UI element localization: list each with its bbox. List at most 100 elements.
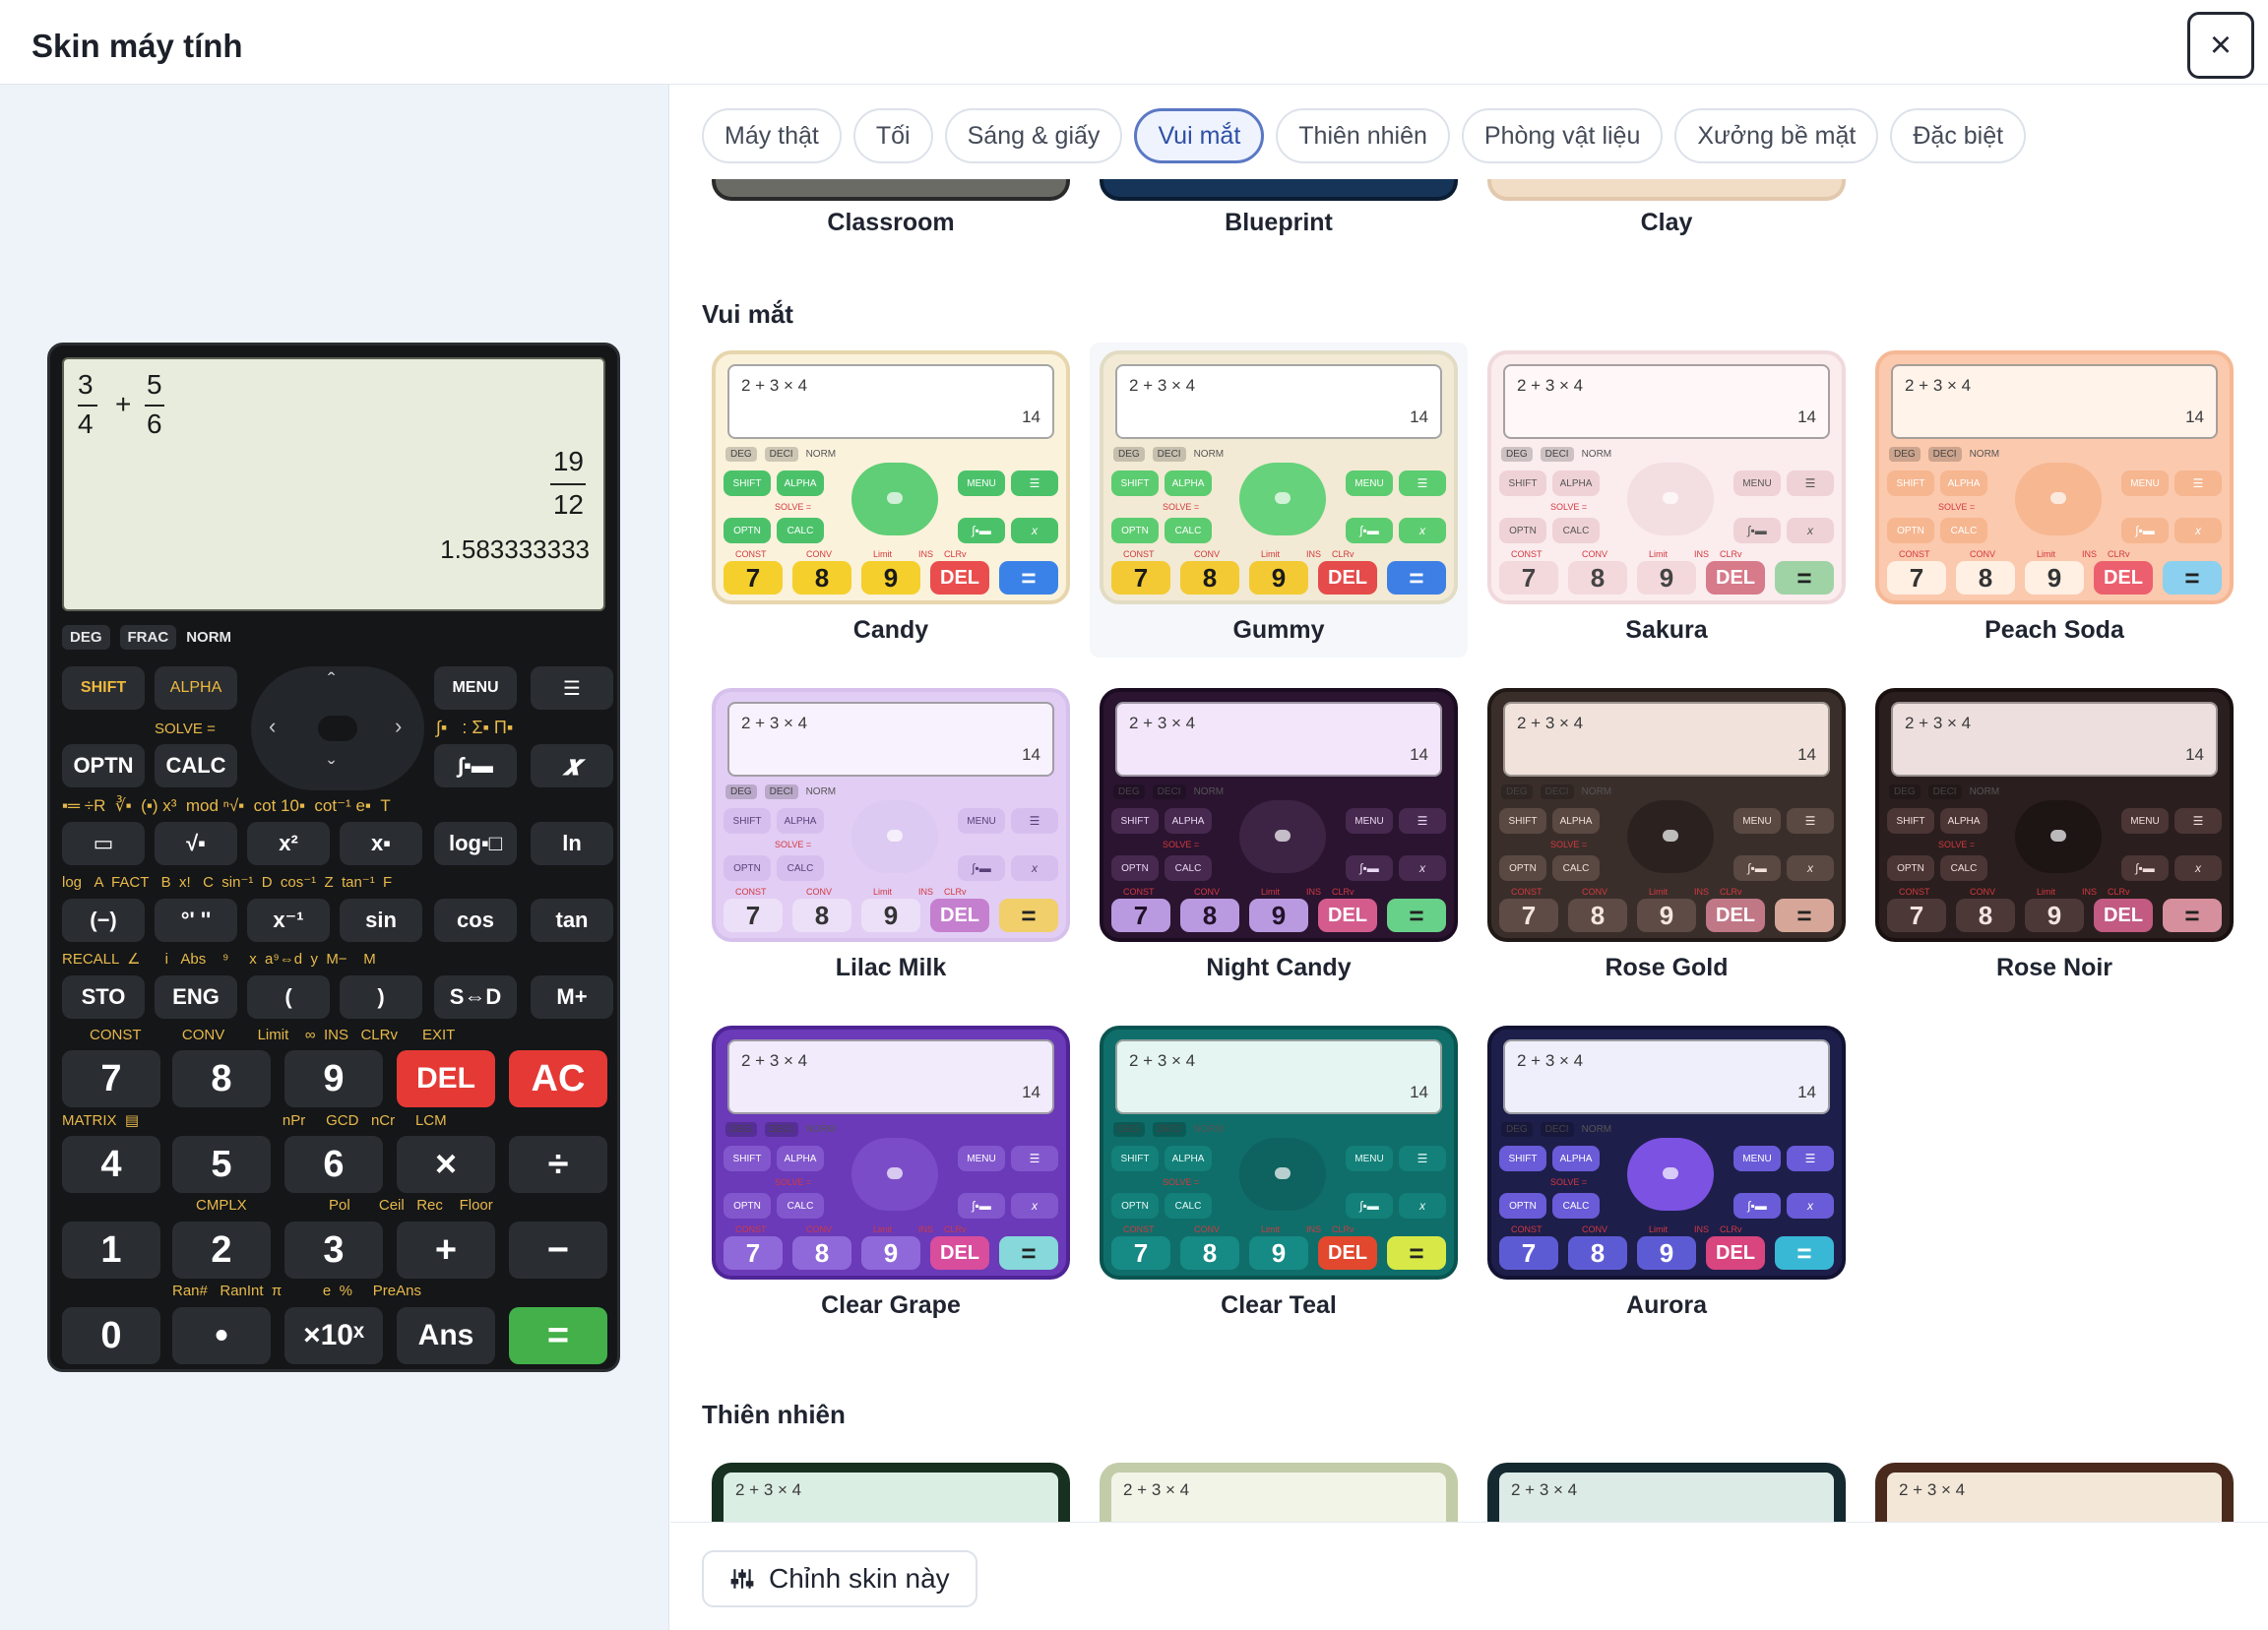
- menu-key[interactable]: MENU: [434, 666, 517, 710]
- calc-key-num_row4-4[interactable]: =: [509, 1307, 607, 1364]
- skin-name[interactable]: Classroom: [702, 209, 1080, 237]
- calc-key-num_row2-0[interactable]: 4: [62, 1136, 160, 1193]
- calc-key-row_mem-4[interactable]: S⇔D: [434, 975, 517, 1019]
- thumb-x-key: x: [1399, 855, 1446, 881]
- tab-6[interactable]: Xưởng bề mặt: [1674, 108, 1879, 163]
- thumb-key: SHIFT: [724, 808, 771, 834]
- calc-key-num_row3-1[interactable]: 2: [172, 1222, 271, 1279]
- thumb-numrow: 7 8 9 DEL =: [1499, 561, 1834, 595]
- skin-card[interactable]: 2 + 3 × 4 14 DEG DECI NORM SHIFT ALPHA MENU ☰ OPT…: [1478, 343, 1856, 658]
- shift-key[interactable]: SHIFT: [62, 666, 145, 710]
- close-button[interactable]: ×: [2187, 12, 2254, 79]
- thumb-chip: DECI: [1152, 784, 1186, 799]
- edit-skin-button[interactable]: Chỉnh skin này: [702, 1550, 977, 1607]
- nature-thumb-1[interactable]: 2 + 3 × 4: [1100, 1463, 1458, 1522]
- calc-key-num_row1-4[interactable]: AC: [509, 1050, 607, 1107]
- calc-key-row_trig-0[interactable]: (−): [62, 899, 145, 942]
- calc-key-row_mem-3[interactable]: ): [340, 975, 422, 1019]
- thumb-key: SHIFT: [1499, 470, 1546, 496]
- tab-2[interactable]: Sáng & giấy: [944, 108, 1123, 163]
- calc-key-row_funcs-3[interactable]: x▪: [340, 822, 422, 865]
- nature-thumb-0[interactable]: 2 + 3 × 4: [712, 1463, 1070, 1522]
- skin-card[interactable]: 2 + 3 × 4 14 DEG DECI NORM SHIFT ALPHA MENU ☰ OPT…: [1865, 343, 2243, 658]
- thumb-norm: NORM: [1581, 786, 1612, 797]
- nature-thumb-2[interactable]: 2 + 3 × 4: [1487, 1463, 1846, 1522]
- skin-card[interactable]: 2 + 3 × 4 14 DEG DECI NORM SHIFT ALPHA MENU ☰ OPT…: [1478, 680, 1856, 995]
- partial-thumb-2[interactable]: [1487, 179, 1846, 201]
- skin-card[interactable]: 2 + 3 × 4 14 DEG DECI NORM SHIFT ALPHA MENU ☰ OPT…: [1478, 1018, 1856, 1333]
- calc-key-num_row2-1[interactable]: 5: [172, 1136, 271, 1193]
- calc-key-num_row4-1[interactable]: •: [172, 1307, 271, 1364]
- calc-key-row_mem-5[interactable]: M+: [531, 975, 613, 1019]
- calc-key-row_trig-5[interactable]: tan: [531, 899, 613, 942]
- calc-key-num_row3-0[interactable]: 1: [62, 1222, 160, 1279]
- partial-thumb-0[interactable]: [712, 179, 1070, 201]
- calc-key-row_trig-2[interactable]: x⁻¹: [247, 899, 330, 942]
- calc-key-num_row1-2[interactable]: 9: [284, 1050, 383, 1107]
- skin-name[interactable]: Clay: [1478, 209, 1856, 237]
- skin-name[interactable]: Blueprint: [1090, 209, 1468, 237]
- calc-key-num_row1-1[interactable]: 8: [172, 1050, 271, 1107]
- optn-key[interactable]: OPTN: [62, 744, 145, 787]
- thumb-lcd: 2 + 3 × 4 14: [1115, 702, 1442, 777]
- calc-key-num_row1-0[interactable]: 7: [62, 1050, 160, 1107]
- tab-3[interactable]: Vui mắt: [1134, 108, 1265, 163]
- calc-key-num_row2-2[interactable]: 6: [284, 1136, 383, 1193]
- skin-card[interactable]: 2 + 3 × 4 14 DEG DECI NORM SHIFT ALPHA MENU ☰ OPT…: [702, 680, 1080, 995]
- tab-1[interactable]: Tối: [852, 108, 933, 163]
- calc-key-num_row2-4[interactable]: ÷: [509, 1136, 607, 1193]
- skin-card[interactable]: 2 + 3 × 4 14 DEG DECI NORM SHIFT ALPHA MENU ☰ OPT…: [702, 1018, 1080, 1333]
- thumb-limit: Limit: [873, 887, 893, 897]
- calc-key-row_funcs-0[interactable]: ▭: [62, 822, 145, 865]
- thumb-eq-key: =: [999, 561, 1058, 595]
- calc-key-row_mem-0[interactable]: STO: [62, 975, 145, 1019]
- skin-card[interactable]: 2 + 3 × 4 14 DEG DECI NORM SHIFT ALPHA MENU ☰ OPT…: [1865, 680, 2243, 995]
- tab-4[interactable]: Thiên nhiên: [1276, 108, 1450, 163]
- alpha-key[interactable]: ALPHA: [155, 666, 237, 710]
- calc-key-num_row1-3[interactable]: DEL: [397, 1050, 495, 1107]
- tab-7[interactable]: Đặc biệt: [1890, 108, 2027, 163]
- nature-thumb-3[interactable]: 2 + 3 × 4: [1875, 1463, 2234, 1522]
- settings-key[interactable]: ☰: [531, 666, 613, 710]
- tab-0[interactable]: Máy thật: [702, 108, 842, 163]
- thumb-dpad: [2015, 800, 2102, 873]
- calc-key-row_mem-1[interactable]: ENG: [155, 975, 237, 1019]
- row-log-labels: log A FACT B x! C sin⁻¹ D cos⁻¹ Z tan⁻¹ …: [62, 874, 393, 891]
- thumb-num-key: 8: [1568, 561, 1627, 595]
- thumb-dpad: [851, 1138, 938, 1211]
- calc-key-row_mem-2[interactable]: (: [247, 975, 330, 1019]
- integral-key[interactable]: ∫▪▬: [434, 744, 517, 787]
- calc-key-row_funcs-5[interactable]: ln: [531, 822, 613, 865]
- calc-key-row_trig-1[interactable]: °' '': [155, 899, 237, 942]
- tab-5[interactable]: Phòng vật liệu: [1461, 108, 1664, 163]
- calc-key-num_row4-0[interactable]: 0: [62, 1307, 160, 1364]
- thumb-norm: NORM: [805, 1124, 837, 1135]
- thumb-key: ALPHA: [1940, 470, 1987, 496]
- x-key[interactable]: 𝒙: [531, 744, 613, 787]
- thumb-numrow: 7 8 9 DEL =: [724, 1236, 1058, 1270]
- skin-card[interactable]: 2 + 3 × 4 14 DEG DECI NORM SHIFT ALPHA MENU ☰ OPT…: [1090, 680, 1468, 995]
- skin-card[interactable]: 2 + 3 × 4 14 DEG DECI NORM SHIFT ALPHA MENU ☰ OPT…: [1090, 343, 1468, 658]
- calc-key-row_trig-3[interactable]: sin: [340, 899, 422, 942]
- calc-key-num_row4-3[interactable]: Ans: [397, 1307, 495, 1364]
- thumb-const: CONST: [1511, 1224, 1543, 1234]
- calc-key-row_funcs-4[interactable]: log▪□: [434, 822, 517, 865]
- calc-key-num_row3-3[interactable]: +: [397, 1222, 495, 1279]
- thumb-chip: DEG: [1501, 1122, 1533, 1137]
- calc-key-row_funcs-1[interactable]: √▪: [155, 822, 237, 865]
- calc-key-num_row2-3[interactable]: ×: [397, 1136, 495, 1193]
- skin-card[interactable]: 2 + 3 × 4 14 DEG DECI NORM SHIFT ALPHA MENU ☰ OPT…: [1090, 1018, 1468, 1333]
- calc-key-num_row4-2[interactable]: ×10ˣ: [284, 1307, 383, 1364]
- calc-key-num_row3-4[interactable]: −: [509, 1222, 607, 1279]
- thumb-key: CALC: [1165, 518, 1212, 543]
- thumb-settings-icon: ☰: [1399, 808, 1446, 834]
- calc-key-row_funcs-2[interactable]: x²: [247, 822, 330, 865]
- thumb-key: CALC: [1552, 518, 1600, 543]
- calc-key-num_row3-2[interactable]: 3: [284, 1222, 383, 1279]
- skin-card[interactable]: 2 + 3 × 4 14 DEG DECI NORM SHIFT ALPHA MENU ☰ OPT…: [702, 343, 1080, 658]
- calc-key[interactable]: CALC: [155, 744, 237, 787]
- dpad[interactable]: ˆ ˇ ‹ ›: [251, 666, 424, 790]
- calc-key-row_trig-4[interactable]: cos: [434, 899, 517, 942]
- thumb-conv: CONV: [806, 1224, 833, 1234]
- partial-thumb-1[interactable]: [1100, 179, 1458, 201]
